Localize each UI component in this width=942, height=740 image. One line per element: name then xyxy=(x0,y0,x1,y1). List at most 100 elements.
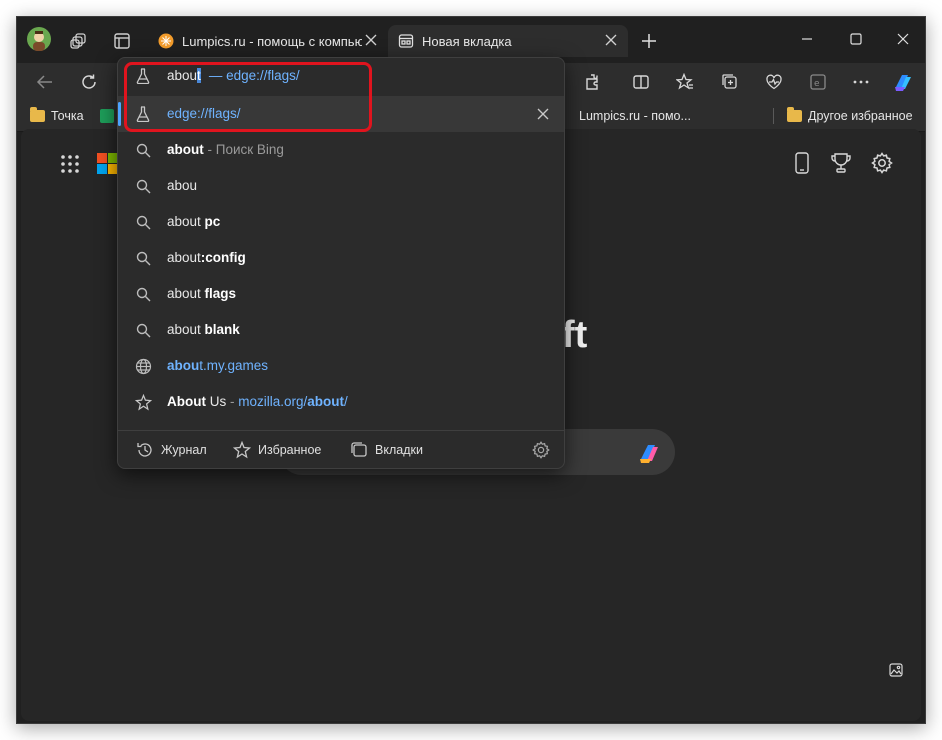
favorites-button[interactable]: Избранное xyxy=(233,441,321,459)
suggestion-text-part: blank xyxy=(200,322,240,337)
favorite-label: Точка xyxy=(51,109,84,123)
tab-title: Lumpics.ru - помощь с компьюте xyxy=(182,33,362,49)
suggestion-text-part: pc xyxy=(200,214,221,229)
suggestion-text: edge://flags/ xyxy=(167,106,241,121)
suggestion-text-part: / xyxy=(344,394,348,409)
svg-text:e: e xyxy=(814,79,820,89)
suggestion-row[interactable]: About Us - mozilla.org/about/ xyxy=(118,384,564,420)
search-icon xyxy=(134,285,152,303)
suggestion-text-part: about xyxy=(167,250,201,265)
suggestion-row[interactable]: about - Поиск Bing xyxy=(118,132,564,168)
suggestion-text: about blank xyxy=(167,322,240,337)
omnibox-input-row[interactable]: about — edge://flags/ xyxy=(118,58,564,94)
search-icon xyxy=(134,249,152,267)
maximize-icon[interactable] xyxy=(846,29,866,49)
back-icon[interactable] xyxy=(35,72,55,92)
background-image-icon[interactable] xyxy=(887,661,905,679)
tabs-label: Вкладки xyxy=(375,443,423,457)
history-button[interactable]: Журнал xyxy=(136,441,207,459)
omnibox-settings-button[interactable] xyxy=(532,441,550,459)
favorite-sheets[interactable] xyxy=(100,106,114,126)
other-favorites-folder[interactable]: Другое избранное xyxy=(787,106,913,126)
suggestion-text-part: edge://flags/ xyxy=(167,106,241,121)
suggestion-text-part: - xyxy=(226,394,239,409)
other-favorites-label: Другое избранное xyxy=(808,109,913,123)
tab-new-tab[interactable]: Новая вкладка xyxy=(388,25,628,57)
phone-icon[interactable] xyxy=(791,151,813,175)
search-icon xyxy=(134,141,152,159)
suggestion-text-part: t.my.games xyxy=(199,358,269,373)
close-window-icon[interactable] xyxy=(893,29,913,49)
suggestion-text-part: abou xyxy=(167,178,198,193)
more-menu-icon[interactable] xyxy=(851,72,871,92)
suggestion-text-part: Us xyxy=(205,394,227,409)
collections-icon[interactable] xyxy=(720,72,740,92)
settings-gear-icon[interactable] xyxy=(870,151,894,175)
star-icon xyxy=(134,393,152,411)
suggestion-row[interactable]: about pc xyxy=(118,204,564,240)
suggestion-row[interactable]: edge://flags/ xyxy=(118,96,564,132)
rewards-trophy-icon[interactable] xyxy=(829,151,853,175)
new-tab-favicon-icon xyxy=(398,33,414,49)
omnibox-footer: Журнал Избранное Вкладки xyxy=(118,430,564,468)
suggestion-text-part: mozilla.org/ xyxy=(238,394,308,409)
app-launcher-icon[interactable] xyxy=(59,153,81,175)
suggestion-text-part: about xyxy=(167,286,201,301)
suggestion-text-part: flags xyxy=(200,286,237,301)
suggestion-text: about flags xyxy=(167,286,236,301)
sheets-icon xyxy=(100,109,114,123)
omnibox-typed-text: abou xyxy=(167,68,198,83)
ie-mode-icon[interactable]: e xyxy=(808,72,828,92)
suggestion-text-part: about xyxy=(167,214,201,229)
lumpics-favicon-icon xyxy=(158,33,174,49)
suggestion-text-part: about xyxy=(167,142,204,157)
close-tab-icon[interactable] xyxy=(604,33,618,47)
suggestion-text-part: - Поиск Bing xyxy=(203,142,284,157)
suggestion-row[interactable]: about:config xyxy=(118,240,564,276)
close-tab-icon[interactable] xyxy=(364,33,378,47)
copilot-icon[interactable] xyxy=(891,70,915,94)
favorites-divider xyxy=(773,108,774,124)
suggestion-row[interactable]: abou xyxy=(118,168,564,204)
remove-suggestion-icon[interactable] xyxy=(536,107,550,121)
workspaces-icon[interactable] xyxy=(69,31,89,51)
favorite-lumpics[interactable]: Lumpics.ru - помо... xyxy=(573,106,691,126)
search-icon xyxy=(134,321,152,339)
vertical-tabs-icon[interactable] xyxy=(112,31,132,51)
history-icon xyxy=(136,441,154,459)
star-icon xyxy=(233,441,251,459)
gear-icon xyxy=(532,441,550,459)
refresh-icon[interactable] xyxy=(79,72,99,92)
browser-essentials-icon[interactable] xyxy=(764,72,784,92)
suggestion-row[interactable]: about flags xyxy=(118,276,564,312)
tabs-button[interactable]: Вкладки xyxy=(350,441,423,459)
favorite-folder-tochka[interactable]: Точка xyxy=(30,106,84,126)
search-icon xyxy=(134,213,152,231)
extensions-icon[interactable] xyxy=(583,72,603,92)
folder-icon xyxy=(30,107,45,122)
tab-lumpics[interactable]: Lumpics.ru - помощь с компьюте xyxy=(148,25,388,57)
omnibox-input-text[interactable]: about — edge://flags/ xyxy=(167,68,300,83)
globe-icon xyxy=(134,357,152,375)
suggestion-text: about.my.games xyxy=(167,358,268,373)
suggestion-text-part: About xyxy=(167,394,206,409)
favorites-label: Избранное xyxy=(258,443,322,457)
browser-window: Lumpics.ru - помощь с компьюте Новая вкл… xyxy=(16,16,926,724)
suggestion-row[interactable]: about.my.games xyxy=(118,348,564,384)
ntp-brand-text: ft xyxy=(562,314,588,356)
suggestion-row[interactable]: about blank xyxy=(118,312,564,348)
microsoft-logo-icon xyxy=(97,153,118,174)
split-screen-icon[interactable] xyxy=(631,72,651,92)
profile-avatar[interactable] xyxy=(27,27,51,51)
minimize-icon[interactable] xyxy=(797,29,817,49)
copilot-icon[interactable] xyxy=(635,439,663,467)
suggestion-text: about - Поиск Bing xyxy=(167,142,284,157)
suggestion-text-part: about xyxy=(167,322,201,337)
omnibox-autocomplete-selection: t xyxy=(197,68,201,83)
omnibox-inline-suggestion: — edge://flags/ xyxy=(208,68,300,83)
favorites-star-icon[interactable] xyxy=(675,72,695,92)
new-tab-plus-icon[interactable] xyxy=(639,31,659,51)
search-icon xyxy=(134,177,152,195)
suggestion-text-part: :config xyxy=(200,250,246,265)
flask-icon xyxy=(134,67,152,85)
